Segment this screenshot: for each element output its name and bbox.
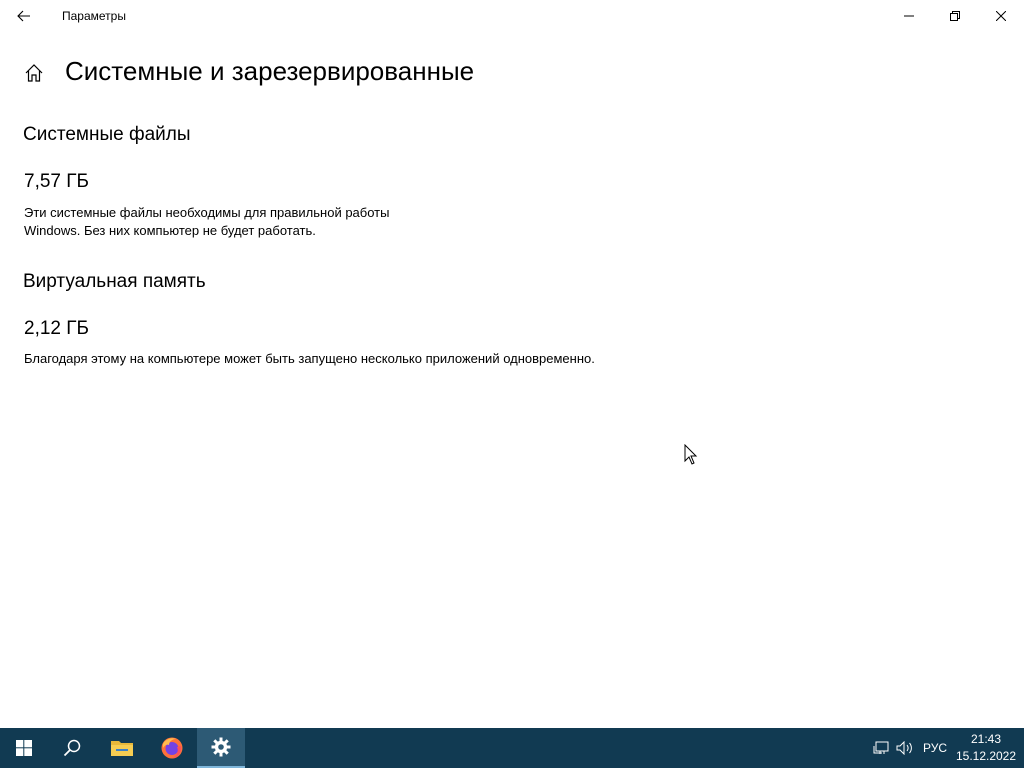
- taskbar: РУС 21:43 15.12.2022: [0, 728, 1024, 768]
- page-title: Системные и зарезервированные: [65, 56, 475, 86]
- clock[interactable]: 21:43 15.12.2022: [952, 728, 1020, 768]
- gear-icon: [211, 737, 231, 757]
- minimize-icon: [904, 15, 914, 17]
- search-button[interactable]: [48, 728, 96, 768]
- language-indicator[interactable]: РУС: [918, 728, 952, 768]
- back-arrow-icon: [17, 10, 30, 22]
- speaker-icon: [896, 741, 912, 755]
- section-title-virtual-memory: Виртуальная память: [23, 271, 206, 292]
- windows-logo-icon: [16, 740, 32, 756]
- restore-icon: [950, 11, 960, 21]
- system-files-size: 7,57 ГБ: [24, 171, 90, 192]
- virtual-memory-description: Благодаря этому на компьютере может быть…: [24, 350, 595, 368]
- mouse-cursor-icon: [684, 444, 698, 465]
- back-button[interactable]: [0, 0, 48, 32]
- minimize-button[interactable]: [886, 0, 932, 32]
- start-button[interactable]: [0, 728, 48, 768]
- close-icon: [996, 11, 1006, 21]
- file-explorer-button[interactable]: [98, 728, 146, 768]
- system-files-description-line1: Эти системные файлы необходимы для прави…: [24, 205, 390, 220]
- volume-tray-button[interactable]: [894, 728, 916, 768]
- virtual-memory-size: 2,12 ГБ: [24, 318, 90, 339]
- settings-taskbar-button[interactable]: [197, 728, 245, 768]
- network-tray-button[interactable]: [870, 728, 892, 768]
- search-icon: [63, 739, 81, 757]
- firefox-button[interactable]: [148, 728, 196, 768]
- settings-window: Параметры Системные и зарезервированные …: [0, 0, 1024, 728]
- system-files-description: Эти системные файлы необходимы для прави…: [24, 204, 389, 240]
- home-button[interactable]: [22, 61, 46, 85]
- title-bar: Параметры: [0, 0, 1024, 32]
- window-title: Параметры: [62, 9, 126, 23]
- clock-time: 21:43: [970, 732, 1002, 746]
- system-files-description-line2: Windows. Без них компьютер не будет рабо…: [24, 223, 316, 238]
- restore-button[interactable]: [932, 0, 978, 32]
- network-icon: [873, 741, 889, 754]
- virtual-memory-description-line1: Благодаря этому на компьютере может быть…: [24, 351, 595, 366]
- close-button[interactable]: [978, 0, 1024, 32]
- home-icon: [25, 64, 43, 82]
- clock-date: 15.12.2022: [955, 749, 1017, 763]
- firefox-icon: [161, 737, 183, 759]
- folder-icon: [111, 741, 133, 756]
- section-title-system-files: Системные файлы: [23, 124, 191, 145]
